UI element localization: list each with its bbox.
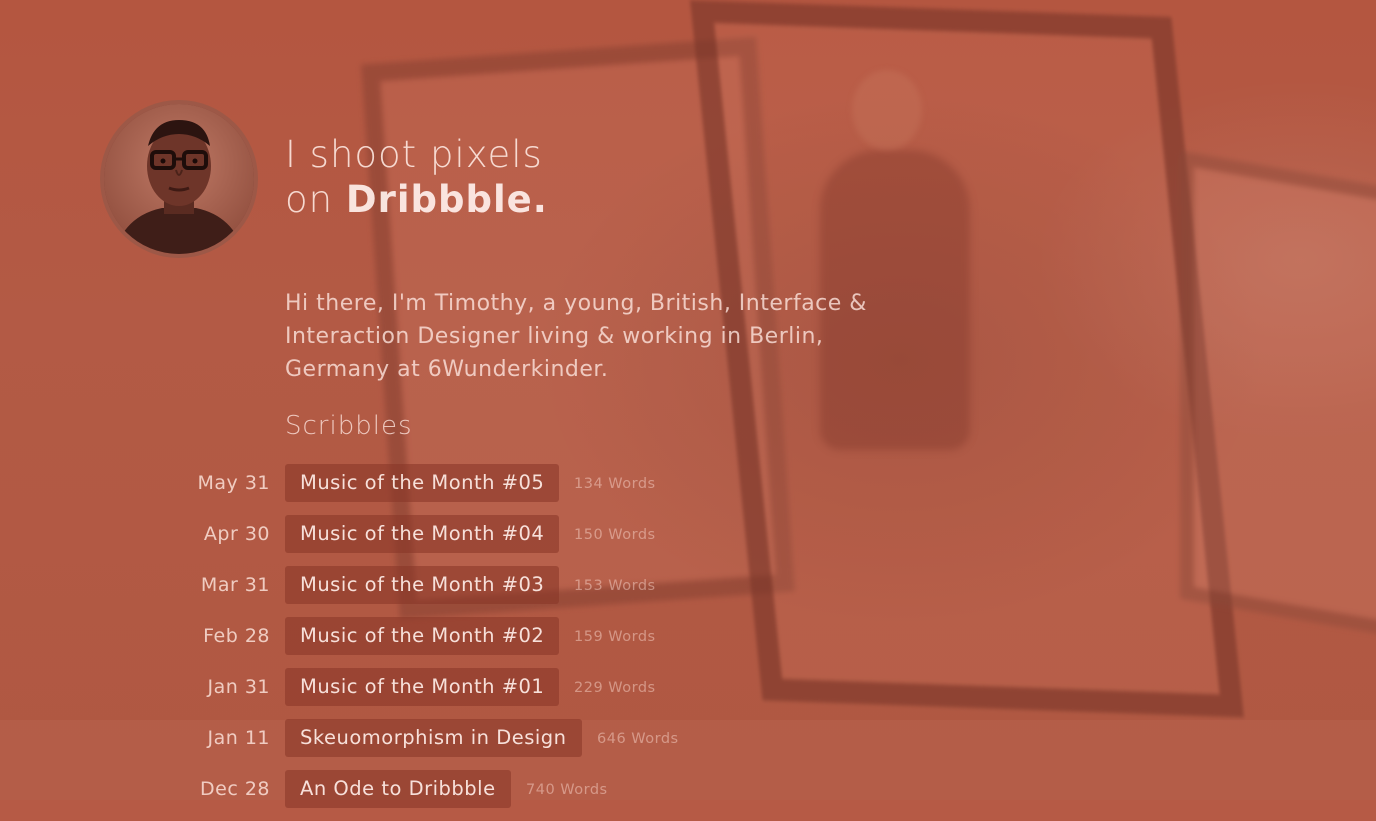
list-item: Mar 31 Music of the Month #03 153 Words — [0, 566, 900, 617]
list-item: Apr 30 Music of the Month #04 150 Words — [0, 515, 900, 566]
list-item: Jan 31 Music of the Month #01 229 Words — [0, 668, 900, 719]
post-date: Feb 28 — [203, 625, 270, 647]
list-item: Feb 28 Music of the Month #02 159 Words — [0, 617, 900, 668]
list-item: Jan 11 Skeuomorphism in Design 646 Words — [0, 719, 900, 770]
post-title-link[interactable]: Music of the Month #04 — [285, 515, 560, 553]
title-line-2-prefix: on — [285, 178, 346, 221]
post-word-count: 646 Words — [597, 731, 679, 747]
brand-name: Dribbble. — [345, 178, 548, 221]
post-date: May 31 — [197, 472, 270, 494]
post-word-count: 134 Words — [574, 476, 656, 492]
section-title-scribbles: Scribbles — [285, 411, 413, 441]
post-date: Jan 11 — [207, 727, 270, 749]
post-title-link[interactable]: Music of the Month #03 — [285, 566, 560, 604]
post-title-link[interactable]: Music of the Month #01 — [285, 668, 560, 706]
page-title: I shoot pixels on Dribbble. — [285, 132, 548, 222]
page-content: I shoot pixels on Dribbble. Hi there, I'… — [0, 0, 1376, 808]
list-item: Dec 28 An Ode to Dribbble 740 Words — [0, 770, 900, 821]
post-date: Dec 28 — [200, 778, 270, 800]
post-word-count: 153 Words — [574, 578, 656, 594]
post-word-count: 229 Words — [574, 680, 656, 696]
post-list: May 31 Music of the Month #05 134 Words Apr… — [0, 464, 900, 821]
post-date: Apr 30 — [203, 523, 270, 545]
title-line-1: I shoot pixels — [285, 133, 543, 176]
post-word-count: 150 Words — [574, 527, 656, 543]
post-date: Mar 31 — [200, 574, 270, 596]
post-word-count: 159 Words — [574, 629, 656, 645]
post-title-link[interactable]: Music of the Month #02 — [285, 617, 560, 655]
post-title-link[interactable]: An Ode to Dribbble — [285, 770, 511, 808]
list-item: May 31 Music of the Month #05 134 Words — [0, 464, 900, 515]
portrait-image — [104, 104, 254, 254]
post-date: Jan 31 — [207, 676, 270, 698]
post-title-link[interactable]: Music of the Month #05 — [285, 464, 560, 502]
post-word-count: 740 Words — [526, 782, 608, 798]
post-title-link[interactable]: Skeuomorphism in Design — [285, 719, 582, 757]
avatar — [100, 100, 258, 258]
intro-text: Hi there, I'm Timothy, a young, British,… — [285, 291, 867, 382]
